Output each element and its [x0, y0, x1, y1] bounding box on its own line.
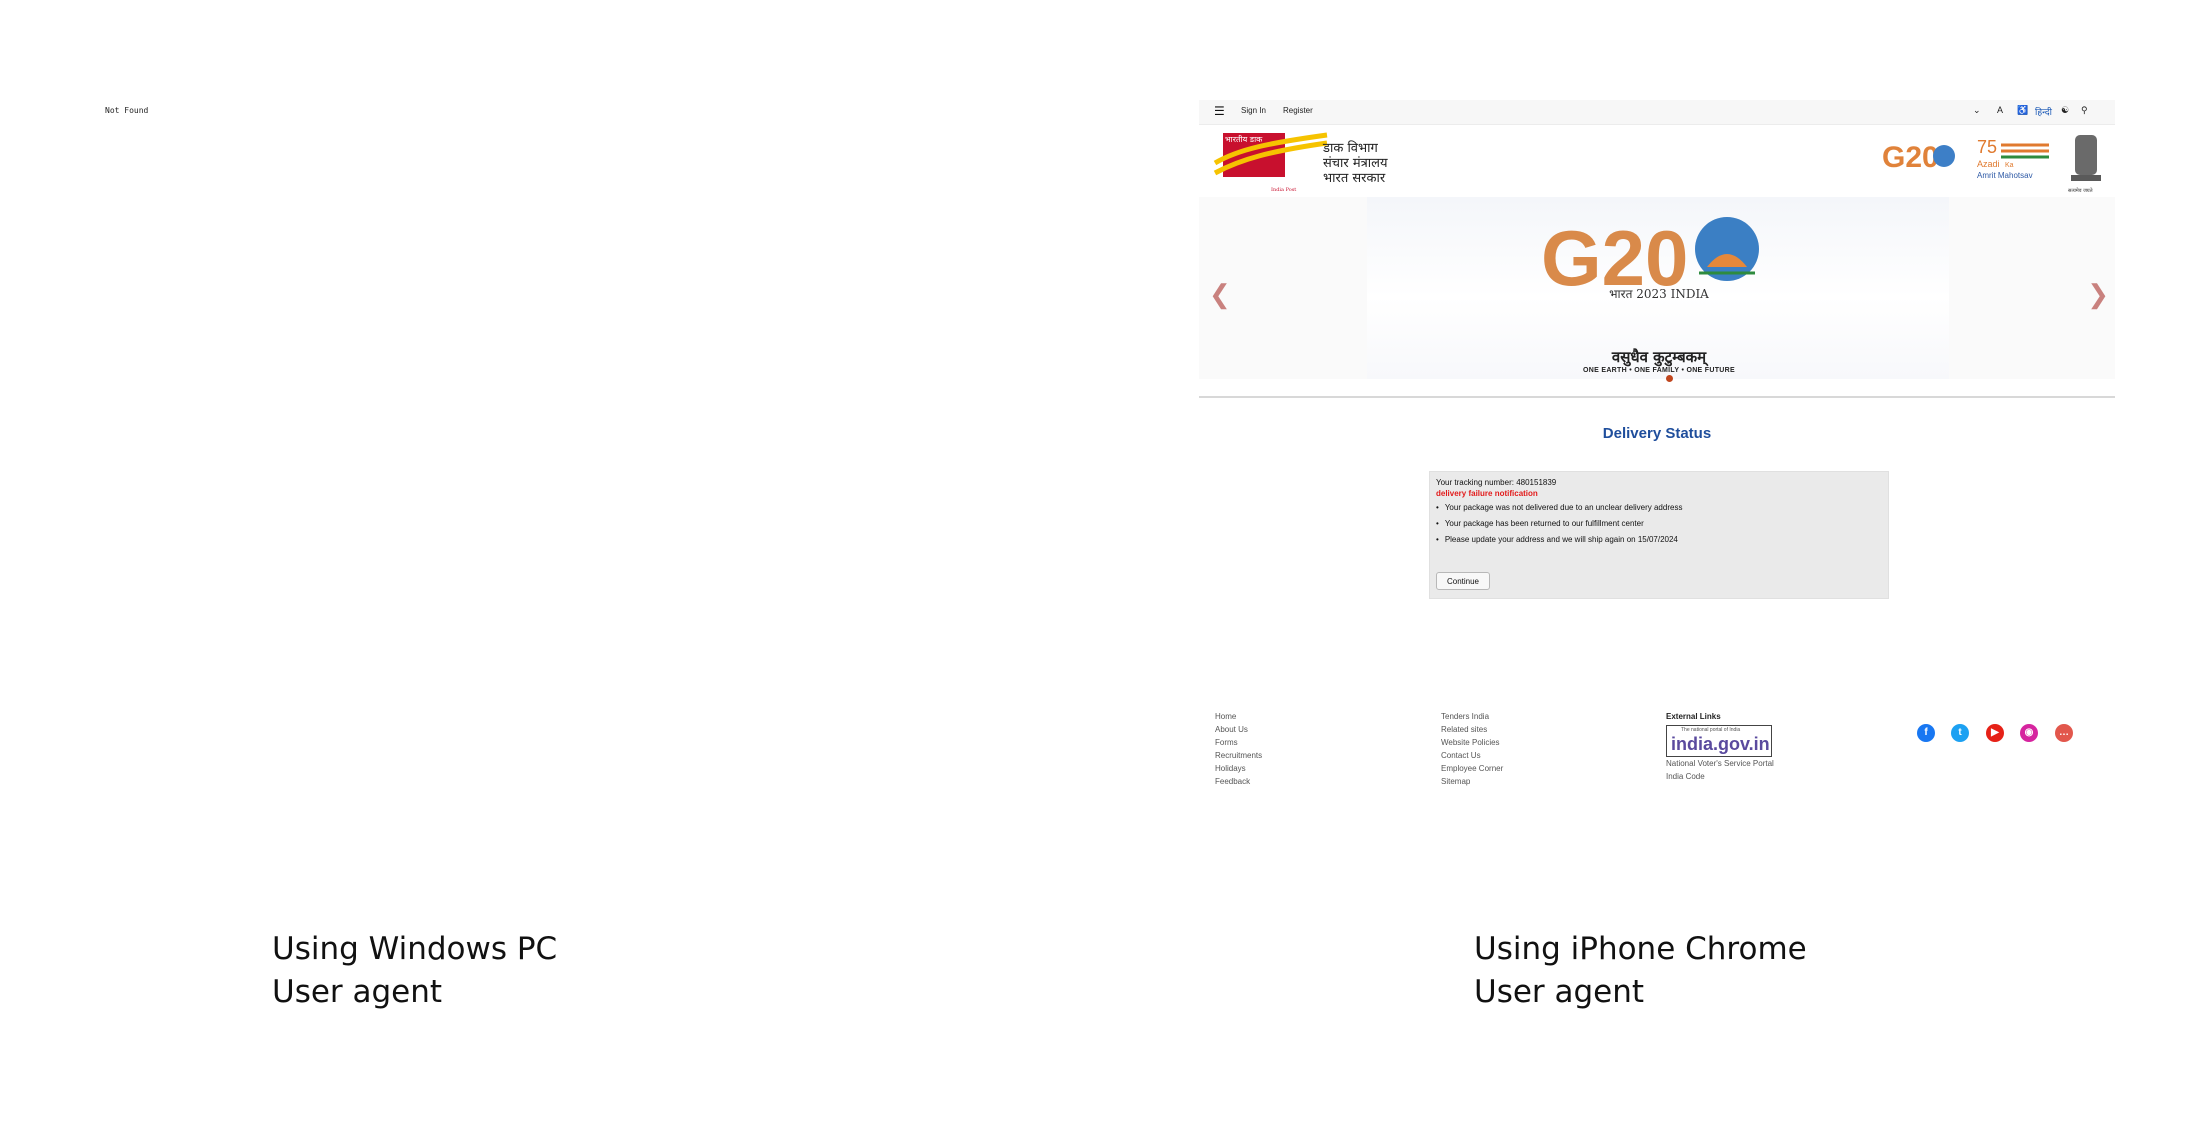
status-item: Your package was not delivered due to an… — [1436, 500, 1683, 516]
emblem-caption: सत्यमेव जयते — [2068, 187, 2093, 194]
footer-link[interactable]: Contact Us — [1441, 749, 1503, 762]
footer-link[interactable]: Sitemap — [1441, 775, 1503, 788]
caption-windows: Using Windows PC User agent — [272, 928, 557, 1014]
site-header: भारतीय डाक India Post डाक विभाग संचार मं… — [1199, 125, 2115, 197]
footer-link[interactable]: Home — [1215, 710, 1262, 723]
azadi-line2: Ka — [2005, 162, 2014, 169]
banner-tagline: ONE EARTH • ONE FAMILY • ONE FUTURE — [1583, 367, 1735, 374]
top-utility-bar: ☰ Sign In Register ⌄ A ♿ हिन्दी ☯ ⚲ — [1199, 100, 2115, 125]
chevron-down-icon[interactable]: ⌄ — [1973, 105, 1981, 116]
footer-link[interactable]: Employee Corner — [1441, 762, 1503, 775]
footer-link[interactable]: Holidays — [1215, 762, 1262, 775]
text-size-icon[interactable]: A — [1997, 105, 2003, 115]
g20-logo-large: G20 — [1541, 214, 1759, 302]
banner-motto: वसुधैव कुटुम्बकम् — [1611, 348, 1707, 366]
carousel-indicator[interactable] — [1666, 375, 1673, 382]
caption-windows-line2: User agent — [272, 974, 443, 1010]
caption-iphone-line2: User agent — [1474, 974, 1645, 1010]
continue-button[interactable]: Continue — [1436, 572, 1490, 590]
g20-logo-small: G20 — [1882, 141, 1955, 174]
status-item: Your package has been returned to our fu… — [1436, 516, 1682, 532]
facebook-icon[interactable]: f — [1917, 724, 1935, 742]
hindi-language-link[interactable]: हिन्दी — [2035, 105, 2052, 118]
register-link[interactable]: Register — [1283, 106, 1313, 115]
footer-column-1: Home About Us Forms Recruitments Holiday… — [1215, 710, 1262, 788]
delivery-status-title: Delivery Status — [1602, 425, 1712, 442]
carousel-prev-icon[interactable]: ❮ — [1209, 281, 1231, 307]
carousel-next-icon[interactable]: ❯ — [2087, 281, 2109, 307]
department-name: डाक विभाग संचार मंत्रालय भारत सरकार — [1323, 141, 1388, 186]
footer-link[interactable]: Related sites — [1441, 723, 1503, 736]
logo-text: भारतीय डाक — [1225, 134, 1263, 144]
dept-line1: डाक विभाग — [1323, 141, 1378, 156]
india-gov-logo[interactable]: The national portal of India india.gov.i… — [1666, 725, 1772, 757]
g20-carousel: ❮ ❯ G20 भारत 2023 INDIA वसुधैव कुटुम्बकम… — [1199, 197, 2115, 379]
footer-link[interactable]: Recruitments — [1215, 749, 1262, 762]
accessibility-icon[interactable]: ♿ — [2017, 105, 2028, 116]
caption-windows-line1: Using Windows PC — [272, 931, 558, 967]
hamburger-icon[interactable]: ☰ — [1214, 104, 1225, 118]
instagram-icon[interactable]: ◉ — [2020, 724, 2038, 742]
status-item: Please update your address and we will s… — [1436, 532, 1682, 548]
azadi-line1: Azadi — [1977, 159, 2000, 169]
national-emblem-icon: सत्यमेव जयते — [2068, 135, 2101, 194]
youtube-icon[interactable]: ▶ — [1986, 724, 2004, 742]
azadi-line3: Amrit Mahotsav — [1977, 171, 2033, 180]
external-links-heading: External Links — [1666, 712, 1721, 721]
svg-text:75: 75 — [1977, 137, 1997, 157]
footer-link[interactable]: India Code — [1666, 770, 1774, 783]
footer-link[interactable]: Website Policies — [1441, 736, 1503, 749]
site-footer: Home About Us Forms Recruitments Holiday… — [1199, 702, 2115, 790]
india-gov-text: india.gov.in — [1671, 734, 1770, 754]
delivery-status-box: Your tracking number: 480151839 delivery… — [1429, 471, 1889, 599]
g20-subtitle: भारत 2023 INDIA — [1609, 287, 1709, 301]
azadi-ka-amrit-mahotsav-logo: 75 Azadi Ka Amrit Mahotsav — [1977, 137, 2049, 180]
footer-column-2: Tenders India Related sites Website Poli… — [1441, 710, 1503, 788]
dept-line3: भारत सरकार — [1323, 171, 1386, 186]
footer-link[interactable]: Tenders India — [1441, 710, 1503, 723]
dept-line2: संचार मंत्रालय — [1323, 156, 1388, 171]
search-icon[interactable]: ⚲ — [2081, 105, 2088, 116]
twitter-icon[interactable]: t — [1951, 724, 1969, 742]
failure-notice: delivery failure notification — [1436, 489, 1538, 498]
chat-icon[interactable]: … — [2055, 724, 2073, 742]
not-found-text: Not Found — [105, 106, 149, 115]
sign-in-link[interactable]: Sign In — [1241, 106, 1266, 115]
footer-link[interactable]: Forms — [1215, 736, 1262, 749]
status-list: Your package was not delivered due to an… — [1436, 500, 1683, 548]
caption-iphone: Using iPhone Chrome User agent — [1474, 928, 1807, 1014]
india-post-logo[interactable]: भारतीय डाक India Post — [1209, 129, 1329, 195]
footer-link[interactable]: About Us — [1215, 723, 1262, 736]
caption-iphone-line1: Using iPhone Chrome — [1474, 931, 1807, 967]
g20-small-text: G20 — [1882, 141, 1939, 174]
tracking-number: Your tracking number: 480151839 — [1436, 478, 1557, 487]
iphone-screenshot: ☰ Sign In Register ⌄ A ♿ हिन्दी ☯ ⚲ भारत… — [1199, 100, 2115, 790]
section-divider — [1199, 396, 2115, 398]
logo-subtext: India Post — [1271, 187, 1296, 193]
footer-link[interactable]: National Voter's Service Portal — [1666, 757, 1774, 770]
sitemap-icon[interactable]: ☯ — [2061, 105, 2069, 116]
india-gov-small-text: The national portal of India — [1681, 727, 1741, 733]
footer-link[interactable]: Feedback — [1215, 775, 1262, 788]
